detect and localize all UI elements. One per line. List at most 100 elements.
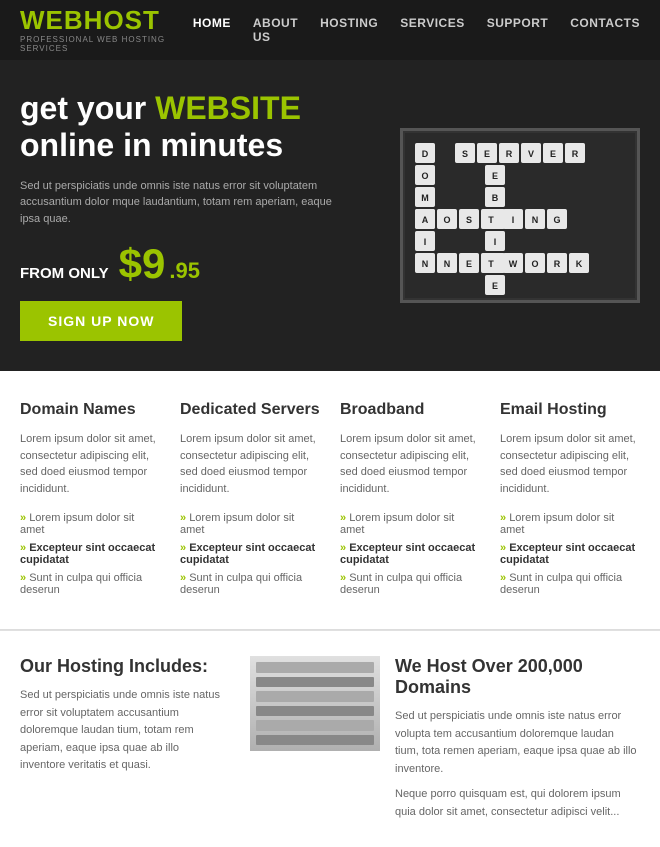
- bottom-section: Our Hosting Includes: Sed ut perspiciati…: [0, 631, 660, 847]
- feature-list-item-3-2: Sunt in culpa qui officia deserun: [500, 569, 640, 599]
- hero-price: FROM ONLY $9.95: [20, 243, 380, 285]
- feature-title-2: Broadband: [340, 401, 480, 419]
- feature-list-item-0-0: Lorem ipsum dolor sit amet: [20, 509, 160, 539]
- svg-text:D: D: [422, 149, 429, 159]
- price-dollar: $9: [119, 243, 166, 285]
- domains-title: We Host Over 200,000 Domains: [395, 656, 640, 698]
- main-nav: HOME ABOUT US HOSTING SERVICES SUPPORT C…: [193, 12, 640, 48]
- svg-text:G: G: [553, 215, 560, 225]
- domains-text: We Host Over 200,000 Domains Sed ut pers…: [395, 656, 640, 822]
- server-row-2: [256, 677, 374, 688]
- nav-services[interactable]: SERVICES: [400, 12, 464, 48]
- server-image: [250, 656, 380, 751]
- feature-text-3: Lorem ipsum dolor sit amet, consectetur …: [500, 431, 640, 497]
- svg-text:R: R: [572, 149, 579, 159]
- price-cents: .95: [169, 258, 200, 284]
- feature-col-1: Dedicated Servers Lorem ipsum dolor sit a…: [180, 401, 320, 599]
- site-header: WEBHOST PROFESSIONAL WEB HOSTING SERVICE…: [0, 0, 660, 60]
- svg-text:A: A: [422, 215, 429, 225]
- feature-text-0: Lorem ipsum dolor sit amet, consectetur …: [20, 431, 160, 497]
- feature-col-2: Broadband Lorem ipsum dolor sit amet, con…: [340, 401, 480, 599]
- svg-text:I: I: [512, 215, 515, 225]
- svg-text:S: S: [466, 215, 472, 225]
- feature-list-item-3-1: Excepteur sint occaecat cupidatat: [500, 539, 640, 569]
- svg-text:S: S: [462, 149, 468, 159]
- server-row-1: [256, 662, 374, 673]
- domains-text-2: Neque porro quisquam est, qui dolorem ip…: [395, 786, 640, 821]
- svg-text:E: E: [484, 149, 490, 159]
- nav-support[interactable]: SUPPORT: [487, 12, 549, 48]
- feature-col-0: Domain Names Lorem ipsum dolor sit amet, …: [20, 401, 160, 599]
- svg-text:V: V: [528, 149, 534, 159]
- feature-list-item-2-0: Lorem ipsum dolor sit amet: [340, 509, 480, 539]
- nav-contacts[interactable]: CONTACTS: [570, 12, 640, 48]
- hosting-includes-title: Our Hosting Includes:: [20, 656, 220, 677]
- feature-title-0: Domain Names: [20, 401, 160, 419]
- svg-text:K: K: [576, 259, 583, 269]
- server-row-4: [256, 706, 374, 717]
- svg-text:T: T: [488, 259, 494, 269]
- domains-text-1: Sed ut perspiciatis unde omnis iste natu…: [395, 708, 640, 778]
- svg-text:O: O: [443, 215, 450, 225]
- nav-home[interactable]: HOME: [193, 12, 231, 48]
- domains-section: We Host Over 200,000 Domains Sed ut pers…: [250, 656, 640, 822]
- feature-title-1: Dedicated Servers: [180, 401, 320, 419]
- svg-text:O: O: [421, 171, 428, 181]
- feature-title-3: Email Hosting: [500, 401, 640, 419]
- svg-text:B: B: [492, 193, 499, 203]
- feature-list-2: Lorem ipsum dolor sit ametExcepteur sint…: [340, 509, 480, 599]
- logo-web: WEB: [20, 5, 84, 35]
- server-row-3: [256, 691, 374, 702]
- logo-host: HOST: [84, 5, 160, 35]
- signup-button[interactable]: SIGN UP NOW: [20, 301, 182, 341]
- hero-image: S E R V E R E B S I T E H O S: [400, 128, 640, 303]
- svg-text:E: E: [492, 281, 498, 291]
- hero-title-highlight: WEBSITE: [155, 90, 301, 126]
- feature-list-0: Lorem ipsum dolor sit ametExcepteur sint…: [20, 509, 160, 599]
- feature-list-3: Lorem ipsum dolor sit ametExcepteur sint…: [500, 509, 640, 599]
- svg-text:W: W: [509, 259, 518, 269]
- svg-text:N: N: [422, 259, 429, 269]
- hero-content: get your WEBSITEonline in minutes Sed ut…: [20, 90, 400, 341]
- nav-about[interactable]: ABOUT US: [253, 12, 298, 48]
- svg-text:I: I: [494, 237, 497, 247]
- feature-list-item-0-2: Sunt in culpa qui officia deserun: [20, 569, 160, 599]
- logo: WEBHOST PROFESSIONAL WEB HOSTING SERVICE…: [20, 7, 193, 53]
- hero-title: get your WEBSITEonline in minutes: [20, 90, 380, 164]
- hero-section: get your WEBSITEonline in minutes Sed ut…: [0, 60, 660, 371]
- feature-list-1: Lorem ipsum dolor sit ametExcepteur sint…: [180, 509, 320, 599]
- svg-text:E: E: [492, 171, 498, 181]
- feature-list-item-2-1: Excepteur sint occaecat cupidatat: [340, 539, 480, 569]
- server-row-6: [256, 735, 374, 746]
- tiles-graphic: S E R V E R E B S I T E H O S: [405, 133, 635, 298]
- svg-text:N: N: [532, 215, 539, 225]
- from-only-label: FROM ONLY: [20, 265, 109, 282]
- svg-text:I: I: [424, 237, 427, 247]
- hero-description: Sed ut perspiciatis unde omnis iste natu…: [20, 178, 340, 228]
- feature-list-item-0-1: Excepteur sint occaecat cupidatat: [20, 539, 160, 569]
- logo-subtitle: PROFESSIONAL WEB HOSTING SERVICES: [20, 35, 193, 53]
- logo-text: WEBHOST: [20, 7, 193, 33]
- server-visual: [250, 656, 380, 751]
- svg-text:N: N: [444, 259, 451, 269]
- hosting-includes: Our Hosting Includes: Sed ut perspiciati…: [20, 656, 220, 822]
- svg-text:R: R: [506, 149, 513, 159]
- svg-text:E: E: [550, 149, 556, 159]
- feature-list-item-1-2: Sunt in culpa qui officia deserun: [180, 569, 320, 599]
- svg-text:M: M: [421, 193, 429, 203]
- feature-list-item-3-0: Lorem ipsum dolor sit amet: [500, 509, 640, 539]
- svg-text:O: O: [531, 259, 538, 269]
- features-section: Domain Names Lorem ipsum dolor sit amet, …: [0, 371, 660, 630]
- server-row-5: [256, 720, 374, 731]
- feature-text-1: Lorem ipsum dolor sit amet, consectetur …: [180, 431, 320, 497]
- svg-text:E: E: [466, 259, 472, 269]
- svg-text:T: T: [488, 215, 494, 225]
- nav-hosting[interactable]: HOSTING: [320, 12, 378, 48]
- feature-list-item-1-1: Excepteur sint occaecat cupidatat: [180, 539, 320, 569]
- feature-list-item-1-0: Lorem ipsum dolor sit amet: [180, 509, 320, 539]
- feature-text-2: Lorem ipsum dolor sit amet, consectetur …: [340, 431, 480, 497]
- svg-text:R: R: [554, 259, 561, 269]
- hosting-includes-text: Sed ut perspiciatis unde omnis iste natu…: [20, 687, 220, 775]
- feature-col-3: Email Hosting Lorem ipsum dolor sit amet,…: [500, 401, 640, 599]
- feature-list-item-2-2: Sunt in culpa qui officia deserun: [340, 569, 480, 599]
